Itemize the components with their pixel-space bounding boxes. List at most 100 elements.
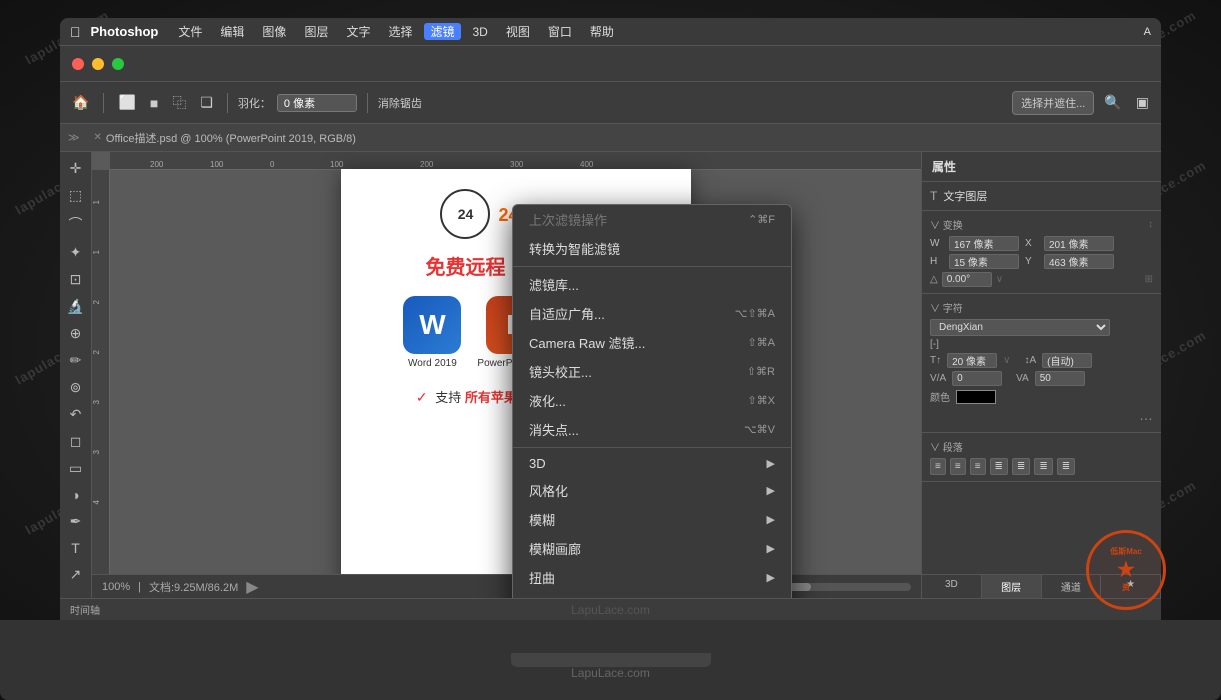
font-size-input[interactable]: [947, 353, 997, 368]
text-tool-icon[interactable]: T: [62, 536, 90, 560]
menubar-help[interactable]: 帮助: [584, 23, 620, 40]
filter-menu-3d[interactable]: 3D ▶: [513, 451, 791, 476]
patch-icon[interactable]: ⊕: [62, 321, 90, 346]
menubar-image[interactable]: 图像: [256, 23, 292, 40]
home-icon[interactable]: 🏠: [68, 90, 93, 115]
rectangle-select-icon[interactable]: ⬚: [62, 183, 90, 208]
more-options-icon[interactable]: …: [1139, 407, 1153, 423]
x-input[interactable]: [1044, 236, 1114, 251]
kerning-input[interactable]: [1035, 371, 1085, 386]
panel-toggle-icon[interactable]: ≫: [68, 131, 80, 144]
angle-input[interactable]: [942, 272, 992, 287]
maximize-button[interactable]: [112, 58, 124, 70]
filter-menu-adaptive-wide[interactable]: 自适应广角... ⌥⇧⌘A: [513, 299, 791, 328]
quick-select-icon[interactable]: ✦: [62, 240, 90, 265]
word-label: Word 2019: [408, 358, 457, 369]
clone-icon[interactable]: ⊚: [62, 375, 90, 400]
statusbar: 100% | 文档:9.25M/86.2M ▶: [92, 574, 921, 598]
toolbar-separator-3: [367, 93, 368, 113]
size-dropdown[interactable]: ∨: [1003, 355, 1010, 366]
crop-icon[interactable]: ⊡: [62, 267, 90, 292]
gradient-icon[interactable]: ▭: [62, 456, 90, 481]
menubar-window[interactable]: 窗口: [542, 23, 578, 40]
w-label: W: [930, 238, 946, 249]
eyedropper-icon[interactable]: 🔬: [62, 294, 90, 319]
feather-input[interactable]: [277, 94, 357, 112]
menubar-text[interactable]: 文字: [340, 23, 376, 40]
tracking-input[interactable]: [952, 371, 1002, 386]
marquee-icon[interactable]: ⬜: [114, 90, 139, 115]
justify-all-btn[interactable]: ≣: [1057, 458, 1075, 475]
filter-menu-camera-raw[interactable]: Camera Raw 滤镜... ⇧⌘A: [513, 328, 791, 357]
filter-menu-distort[interactable]: 扭曲 ▶: [513, 563, 791, 592]
menubar-select[interactable]: 选择: [382, 23, 418, 40]
menubar-app-name[interactable]: Photoshop: [91, 24, 159, 39]
align-left-btn[interactable]: ≡: [930, 458, 946, 475]
filter-menu-stylize[interactable]: 风格化 ▶: [513, 476, 791, 505]
panels-icon[interactable]: ▣: [1132, 90, 1153, 115]
align-center-btn[interactable]: ≡: [950, 458, 966, 475]
ruler-horizontal: 200 100 0 100 200 300 400: [110, 152, 921, 170]
menubar-3d[interactable]: 3D: [467, 25, 494, 39]
ruler-mark-v: 1: [92, 250, 101, 254]
menubar-edit[interactable]: 编辑: [214, 23, 250, 40]
history-brush-icon[interactable]: ↶: [62, 402, 90, 427]
justify-center-btn[interactable]: ≣: [1012, 458, 1030, 475]
tab-label: Office描述.psd @ 100% (PowerPoint 2019, RG…: [106, 130, 356, 146]
filter-menu-smart[interactable]: 转换为智能滤镜: [513, 234, 791, 263]
height-input[interactable]: [949, 254, 1019, 269]
color-swatch[interactable]: [956, 390, 996, 404]
font-dropdown[interactable]: DengXian: [930, 319, 1110, 336]
leading-input[interactable]: [1042, 353, 1092, 368]
search-icon[interactable]: 🔍: [1100, 90, 1125, 115]
copy-icon[interactable]: ⿻: [168, 89, 190, 117]
filter-menu-sharpen[interactable]: 锐化 ▶: [513, 592, 791, 598]
shape-icon[interactable]: ■: [62, 589, 90, 598]
justify-left-btn[interactable]: ≣: [990, 458, 1008, 475]
lasso-icon[interactable]: ⌒: [62, 210, 90, 238]
tab-3d[interactable]: 3D: [922, 575, 982, 598]
object-icon[interactable]: ❏: [196, 90, 217, 115]
filter-menu-gallery[interactable]: 滤镜库...: [513, 270, 791, 299]
select-and-mask-button[interactable]: 选择并遮住...: [1012, 91, 1094, 115]
stop-icon[interactable]: ■: [146, 91, 162, 115]
path-select-icon[interactable]: ↗: [62, 562, 90, 587]
transform-x-field: X: [1025, 236, 1114, 251]
filter-menu-lens-correct[interactable]: 镜头校正... ⇧⌘R: [513, 357, 791, 386]
dodge-icon[interactable]: ◑: [62, 483, 90, 507]
filter-liquify-shortcut: ⇧⌘X: [747, 394, 775, 407]
y-input[interactable]: [1044, 254, 1114, 269]
brush-icon[interactable]: ✏: [62, 348, 90, 373]
transform-options-icon[interactable]: ⊞: [1145, 274, 1153, 285]
tab-layers[interactable]: 图层: [982, 575, 1042, 598]
justify-right-btn[interactable]: ≣: [1034, 458, 1052, 475]
filter-menu-vanishing[interactable]: 消失点... ⌥⌘V: [513, 415, 791, 444]
menubar-view[interactable]: 视图: [500, 23, 536, 40]
filter-menu-last-operation[interactable]: 上次滤镜操作 ⌃⌘F: [513, 205, 791, 234]
filter-menu-blur[interactable]: 模糊 ▶: [513, 505, 791, 534]
toolbar-separator-2: [227, 93, 228, 113]
tab-close-btn[interactable]: ✕: [94, 132, 102, 143]
angle-dropdown-icon[interactable]: ∨: [996, 274, 1003, 285]
filter-menu-liquify[interactable]: 液化... ⇧⌘X: [513, 386, 791, 415]
filter-stylize-arrow: ▶: [767, 484, 775, 497]
statusbar-arrow[interactable]: ▶: [246, 577, 258, 597]
filter-lens-label: 镜头校正...: [529, 362, 592, 381]
minimize-button[interactable]: [92, 58, 104, 70]
kerning-label: [-]: [930, 339, 939, 350]
filter-camera-label: Camera Raw 滤镜...: [529, 333, 645, 352]
menubar-layer[interactable]: 图层: [298, 23, 334, 40]
menubar-file[interactable]: 文件: [172, 23, 208, 40]
pen-icon[interactable]: ✒: [62, 509, 90, 534]
filter-menu-blur-gallery[interactable]: 模糊画廊 ▶: [513, 534, 791, 563]
document-tab[interactable]: ✕ Office描述.psd @ 100% (PowerPoint 2019, …: [86, 128, 364, 148]
filter-liquify-label: 液化...: [529, 391, 566, 410]
titlebar: [60, 46, 1161, 82]
align-right-btn[interactable]: ≡: [970, 458, 986, 475]
eraser-icon[interactable]: ◻: [62, 429, 90, 454]
properties-panel-title: 属性: [922, 152, 1161, 182]
move-tool-icon[interactable]: ✛: [62, 156, 90, 181]
width-input[interactable]: [949, 236, 1019, 251]
close-button[interactable]: [72, 58, 84, 70]
menubar-filter[interactable]: 滤镜: [424, 23, 460, 40]
